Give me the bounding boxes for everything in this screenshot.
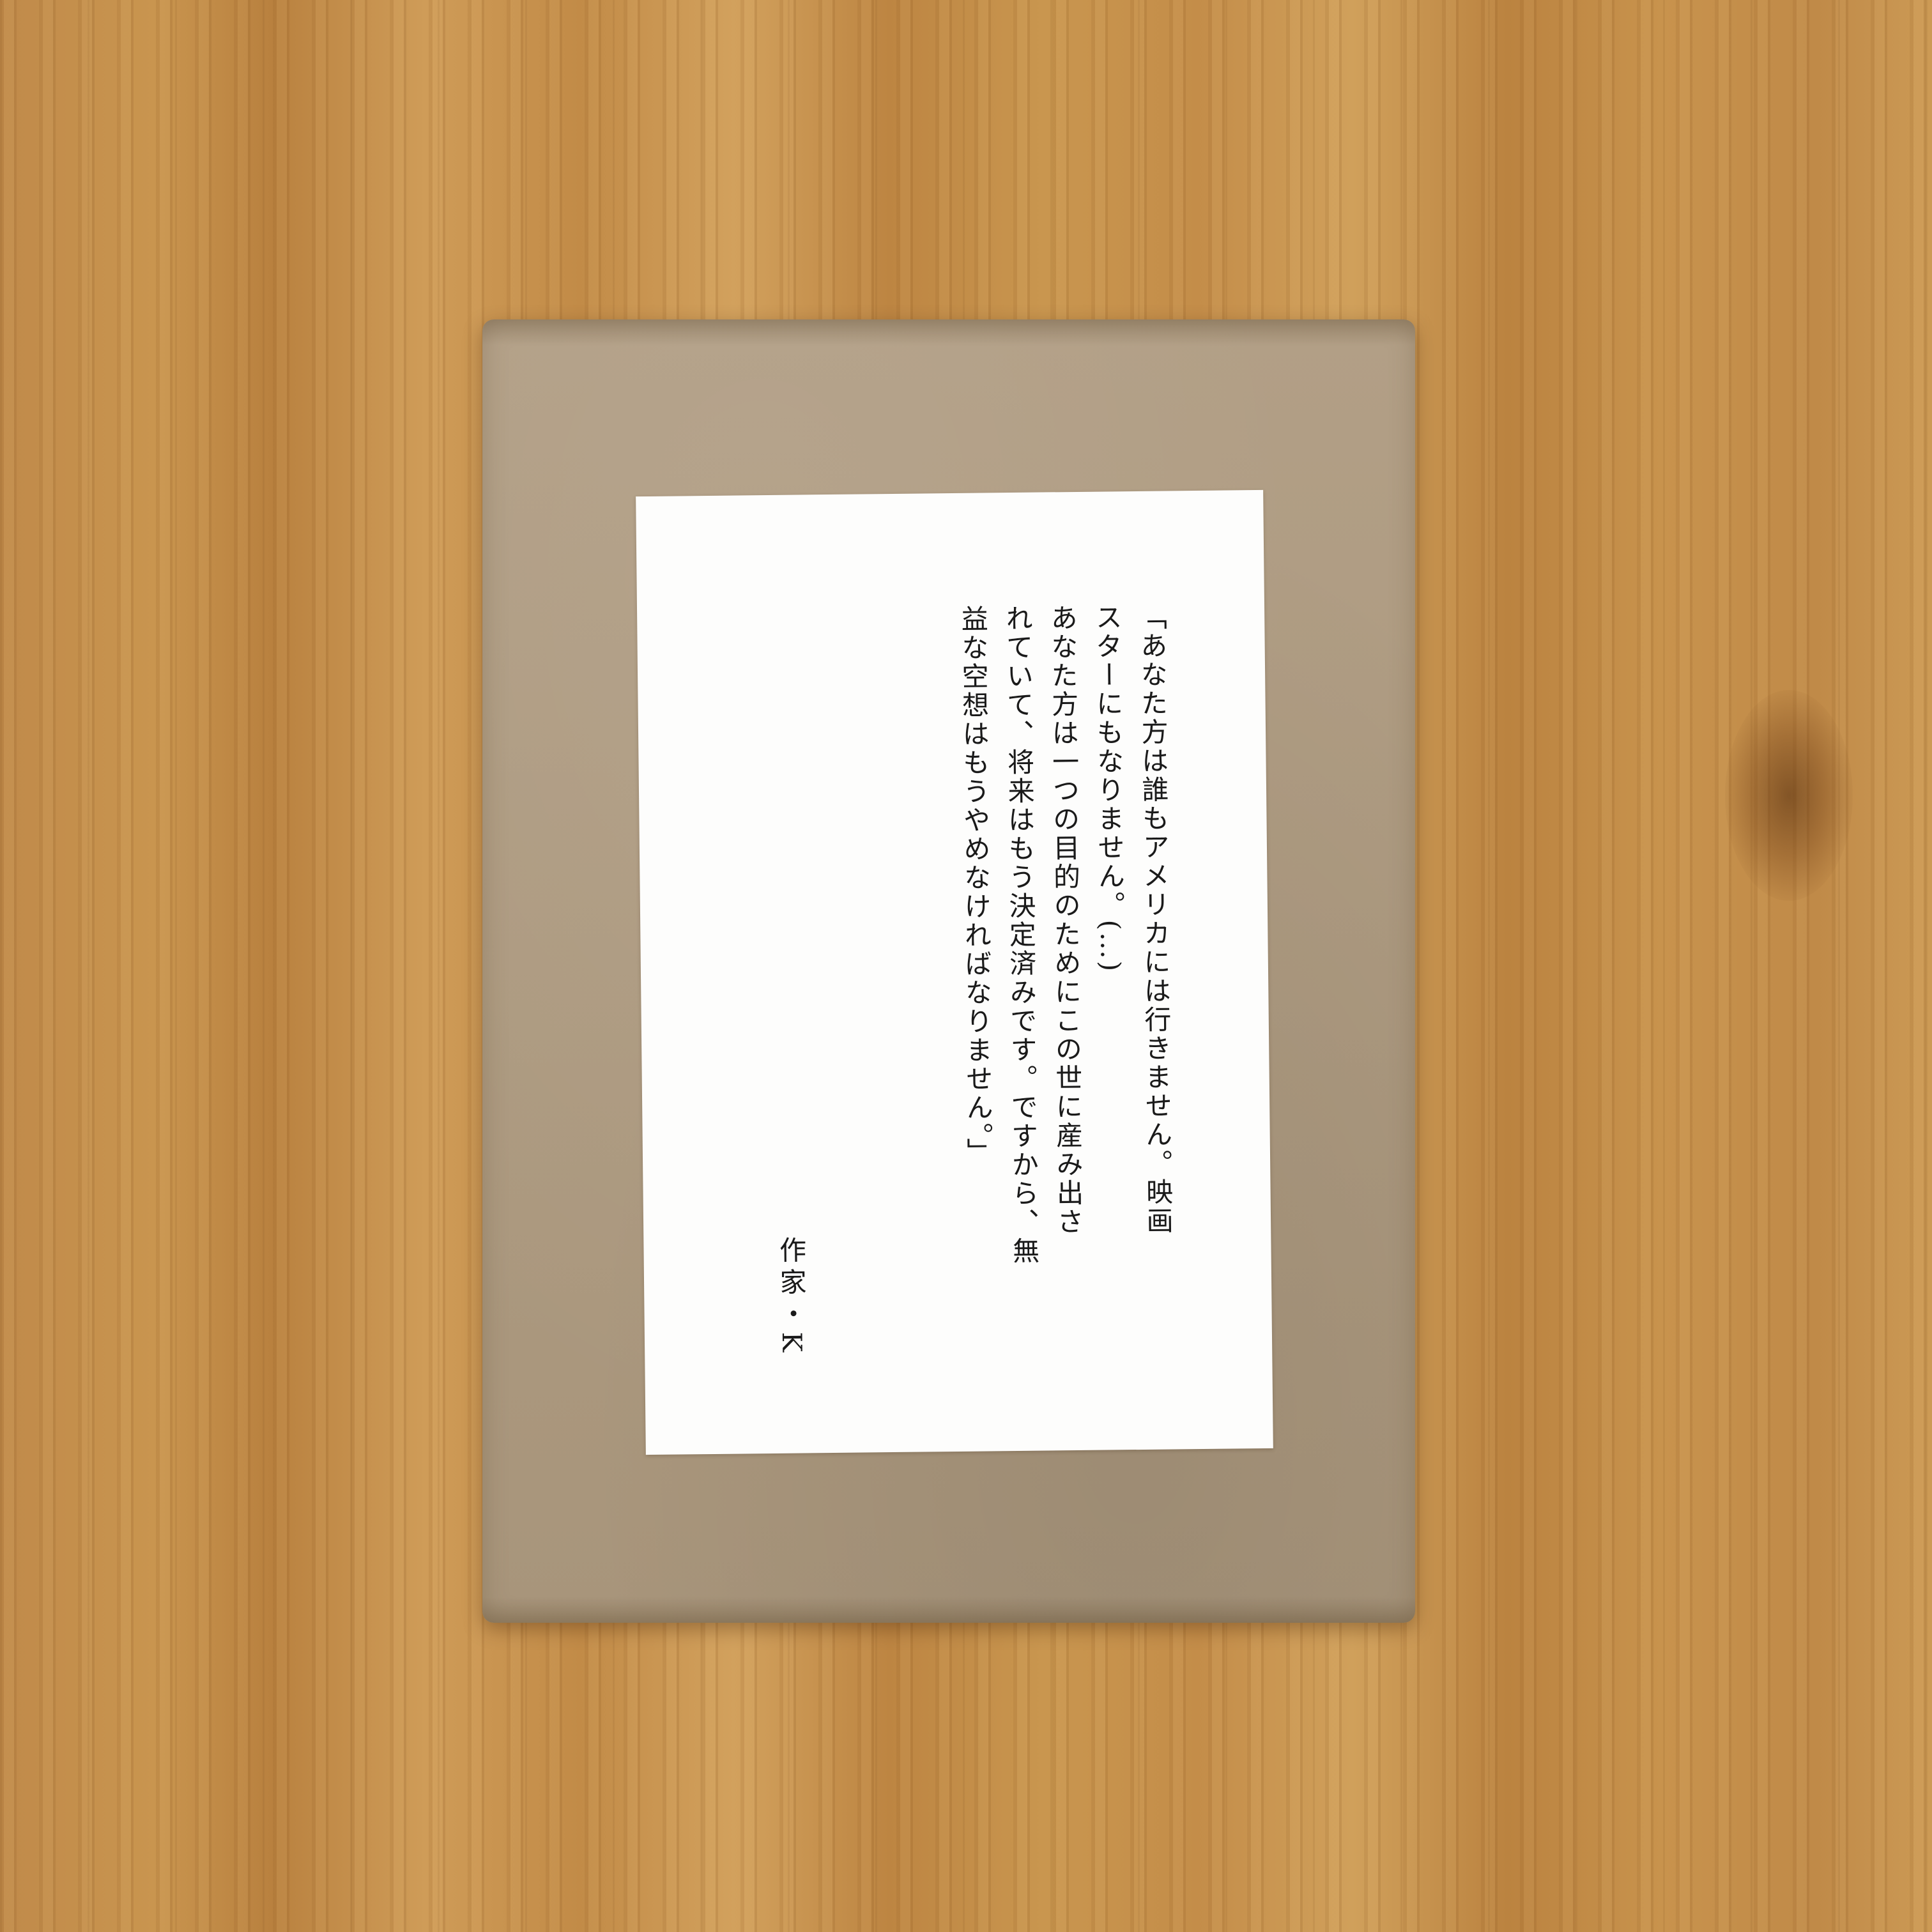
quote-line-3: あなた方は一つの目的のためにこの世に産み出さ <box>1046 603 1085 1237</box>
package-bottom-fold <box>482 1597 1415 1623</box>
quote-line-5: 益な空想はもうやめなければなりません。」 <box>956 604 995 1167</box>
quote-line-4: れていて、将来はもう決定済みです。ですから、無 <box>1001 604 1040 1266</box>
quote-line-2: スターにもなりません。(…) <box>1091 603 1127 974</box>
wood-knot <box>1725 690 1853 901</box>
quote-author: 作家・K <box>775 1236 808 1358</box>
quote-card: 「あなた方は誰もアメリカには行きません。映画 スターにもなりません。(…) あな… <box>636 489 1273 1455</box>
package-top-fold <box>482 319 1415 345</box>
quote-line-1: 「あなた方は誰もアメリカには行きません。映画 <box>1135 602 1174 1236</box>
quote-text: 「あなた方は誰もアメリカには行きません。映画 スターにもなりません。(…) あな… <box>905 602 1181 1359</box>
